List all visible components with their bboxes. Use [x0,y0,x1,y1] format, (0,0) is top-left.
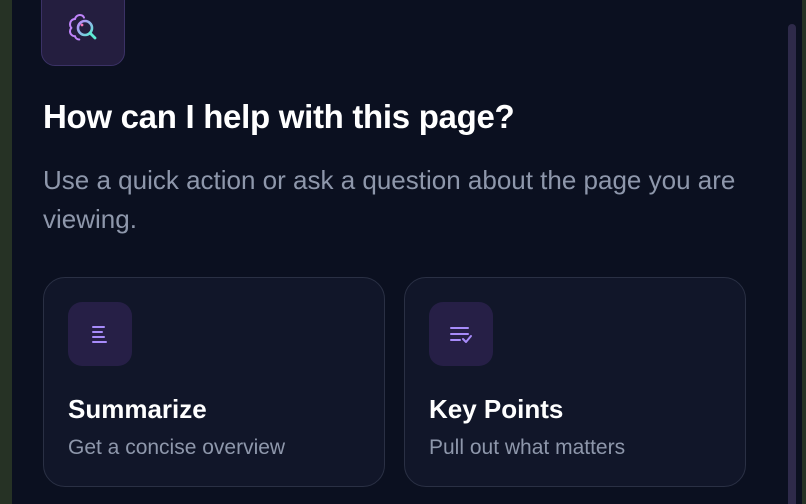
brain-search-icon [66,11,100,50]
card-title: Key Points [429,394,564,424]
summarize-action-card[interactable]: Summarize Get a concise overview [43,277,385,487]
key-points-action-card[interactable]: Key Points Pull out what matters [404,277,746,487]
scrollbar-thumb[interactable] [788,24,796,504]
assistant-panel: How can I help with this page? Use a qui… [12,0,802,504]
assistant-logo [41,0,125,66]
card-description: Pull out what matters [429,436,626,459]
checklist-icon [429,302,493,366]
scrollbar[interactable] [782,0,802,504]
summary-lines-icon [68,302,132,366]
card-description: Get a concise overview [68,436,286,459]
page-subtitle: Use a quick action or ask a question abo… [43,165,736,234]
page-title: How can I help with this page? [43,98,515,135]
card-title: Summarize [68,394,207,424]
